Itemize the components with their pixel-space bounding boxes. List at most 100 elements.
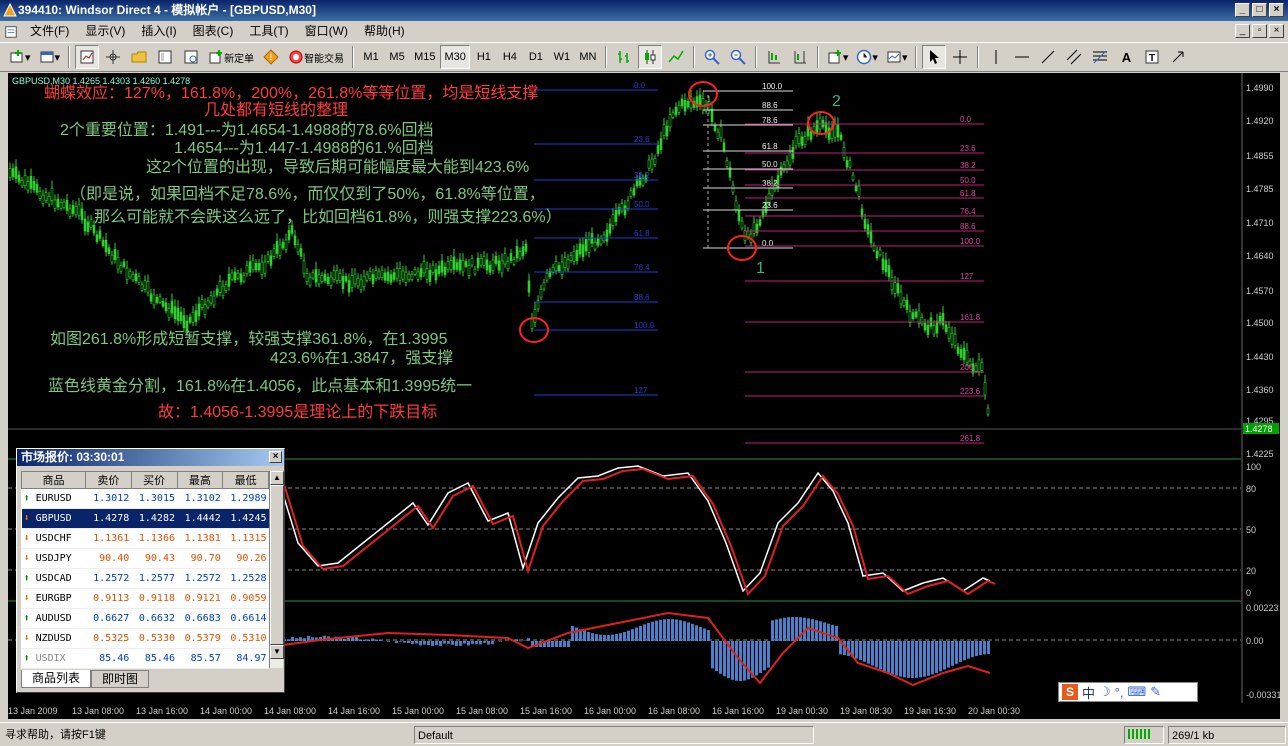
market-row[interactable]: ⬇ GBPUSD 1.4278 1.4282 1.4442 1.4245 xyxy=(21,508,269,529)
tf-m1-button[interactable]: M1 xyxy=(359,45,383,69)
indicators-button[interactable]: ▾ xyxy=(824,45,852,69)
annotation-butterfly: 蝴蝶效应：127%，161.8%，200%，261.8%等等位置，均是短线支撑 xyxy=(44,85,539,102)
templates-button[interactable]: ▾ xyxy=(883,45,911,69)
bar-chart-button[interactable] xyxy=(612,45,636,69)
periodicity-button[interactable]: ▾ xyxy=(853,45,881,69)
auto-scroll-button[interactable] xyxy=(762,45,786,69)
child-minimize-button[interactable]: _ xyxy=(1235,24,1250,38)
menu-help[interactable]: 帮助(H) xyxy=(356,21,413,42)
annotation-note-2: 那么可能就不会跌这么远了，比如回档61.8%，则强支撑223.6%） xyxy=(94,209,562,226)
data-window-button[interactable] xyxy=(101,45,125,69)
zoom-in-button[interactable] xyxy=(700,45,724,69)
tf-mn-button[interactable]: MN xyxy=(576,45,600,69)
menu-insert[interactable]: 插入(I) xyxy=(133,21,184,42)
sogou-icon[interactable]: S xyxy=(1062,684,1078,700)
navigator-button[interactable] xyxy=(127,45,151,69)
market-watch-title-bar[interactable]: 市场报价: 03:30:01 × xyxy=(17,449,284,466)
menu-chart[interactable]: 图表(C) xyxy=(185,21,242,42)
annotation-consolidation: 几处都有短线的整理 xyxy=(204,102,349,119)
market-row[interactable]: ⬇ USDJPY 90.40 90.43 90.70 90.26 xyxy=(21,548,269,569)
menu-window[interactable]: 窗口(W) xyxy=(297,21,356,42)
cursor-tool-button[interactable] xyxy=(922,45,947,69)
tab-symbols[interactable]: 商品列表 xyxy=(21,670,92,688)
market-watch-window[interactable]: 市场报价: 03:30:01 × 商品 卖价 买价 最高 最低 ⬆ EURUSD… xyxy=(16,448,285,693)
ime-toolbar[interactable]: S 中 ☽ °, ⌨ ✎ xyxy=(1058,682,1198,702)
market-row[interactable]: ⬆ AUDUSD 0.6627 0.6632 0.6683 0.6614 xyxy=(21,608,269,629)
profiles-button[interactable]: ▾ xyxy=(36,45,64,69)
market-row[interactable]: ⬆ USDCAD 1.2572 1.2577 1.2572 1.2528 xyxy=(21,568,269,589)
stochastic-oscillator xyxy=(277,465,996,596)
market-row[interactable]: ⬆ USDIX 85.46 85.46 85.57 84.97 xyxy=(21,648,269,669)
market-row[interactable]: ⬇ EURGBP 0.9113 0.9118 0.9121 0.9059 xyxy=(21,588,269,609)
tf-d1-button[interactable]: D1 xyxy=(524,45,548,69)
text-label-button[interactable]: T xyxy=(1140,45,1164,69)
mdi-doc-icon xyxy=(5,25,17,38)
tf-m30-button[interactable]: M30 xyxy=(440,45,470,69)
ask-cell: 1.1366 xyxy=(131,528,177,549)
text-tool-button[interactable]: A xyxy=(1114,45,1138,69)
moon-icon[interactable]: ☽ xyxy=(1099,684,1111,700)
price-tick: 1.4710 xyxy=(1246,218,1274,228)
stoch-tick: 100 xyxy=(1246,462,1261,472)
fibonacci-button[interactable] xyxy=(1088,45,1112,69)
keyboard-icon[interactable]: ⌨ xyxy=(1127,684,1146,700)
ime-mode-label[interactable]: 中 xyxy=(1082,683,1095,702)
channel-button[interactable] xyxy=(1062,45,1086,69)
market-watch-close-button[interactable]: × xyxy=(269,451,282,463)
punct-icon[interactable]: °, xyxy=(1115,685,1124,700)
profiles-icon xyxy=(40,51,54,63)
minimize-button[interactable]: _ xyxy=(1235,3,1250,17)
col-bid[interactable]: 卖价 xyxy=(85,471,132,489)
svg-text:T: T xyxy=(1149,53,1155,64)
scroll-down-icon[interactable]: ▼ xyxy=(270,645,284,659)
zoom-out-button[interactable] xyxy=(726,45,750,69)
child-restore-button[interactable]: ▫ xyxy=(1252,24,1267,38)
market-row[interactable]: ⬇ USDCHF 1.1361 1.1366 1.1381 1.1315 xyxy=(21,528,269,549)
menu-tools[interactable]: 工具(T) xyxy=(241,21,296,42)
horizontal-line-button[interactable] xyxy=(1010,45,1034,69)
maximize-button[interactable]: □ xyxy=(1252,3,1267,17)
strategy-tester-button[interactable] xyxy=(179,45,203,69)
col-symbol[interactable]: 商品 xyxy=(21,471,86,489)
arrows-button[interactable] xyxy=(1166,45,1190,69)
annotation-level-2: 1.4654---为1.447-1.4988的61.%回档 xyxy=(174,140,434,157)
market-row[interactable]: ⬇ NZDUSD 0.5325 0.5330 0.5379 0.5310 xyxy=(21,628,269,649)
bid-cell: 1.3012 xyxy=(85,488,132,509)
market-watch-button[interactable] xyxy=(75,45,100,69)
col-high[interactable]: 最高 xyxy=(176,471,224,489)
market-row[interactable]: ⬆ EURUSD 1.3012 1.3015 1.3102 1.2989 xyxy=(21,488,269,509)
fib-blue-label: 100.0 xyxy=(634,321,655,330)
tab-tick-chart[interactable]: 即时图 xyxy=(91,670,150,688)
line-chart-button[interactable] xyxy=(664,45,688,69)
tf-m5-button[interactable]: M5 xyxy=(385,45,409,69)
candlestick-button[interactable] xyxy=(637,45,662,69)
close-button[interactable]: × xyxy=(1269,3,1284,17)
col-low[interactable]: 最低 xyxy=(222,471,269,489)
scroll-up-icon[interactable]: ▲ xyxy=(270,471,284,485)
vertical-line-button[interactable] xyxy=(984,45,1008,69)
line-chart-icon xyxy=(668,50,684,63)
tf-h4-button[interactable]: H4 xyxy=(498,45,522,69)
bid-cell: 85.46 xyxy=(85,648,132,669)
new-order-button[interactable]: 新定单 xyxy=(205,45,257,69)
chart-shift-button[interactable] xyxy=(788,45,812,69)
market-watch-scrollbar[interactable]: ▲ ▼ xyxy=(269,471,284,668)
child-close-button[interactable]: × xyxy=(1269,24,1284,38)
tf-w1-button[interactable]: W1 xyxy=(550,45,574,69)
tf-m15-button[interactable]: M15 xyxy=(411,45,438,69)
new-chart-button[interactable]: ▾ xyxy=(6,45,34,69)
bid-cell: 1.4278 xyxy=(85,508,132,529)
symbol-cell: ⬇ EURGBP xyxy=(21,588,86,609)
metaeditor-button[interactable]: ! xyxy=(259,45,283,69)
tools-icon[interactable]: ✎ xyxy=(1150,684,1161,700)
col-ask[interactable]: 买价 xyxy=(130,471,178,489)
tf-h1-button[interactable]: H1 xyxy=(472,45,496,69)
menu-view[interactable]: 显示(V) xyxy=(77,21,133,42)
auto-trading-label: 智能交易 xyxy=(304,53,345,65)
menu-file[interactable]: 文件(F) xyxy=(22,21,77,42)
auto-trading-button[interactable]: 智能交易 xyxy=(285,45,347,69)
terminal-button[interactable] xyxy=(153,45,177,69)
crosshair-tool-button[interactable] xyxy=(948,45,972,69)
scroll-thumb[interactable] xyxy=(270,485,284,645)
trendline-button[interactable] xyxy=(1036,45,1060,69)
